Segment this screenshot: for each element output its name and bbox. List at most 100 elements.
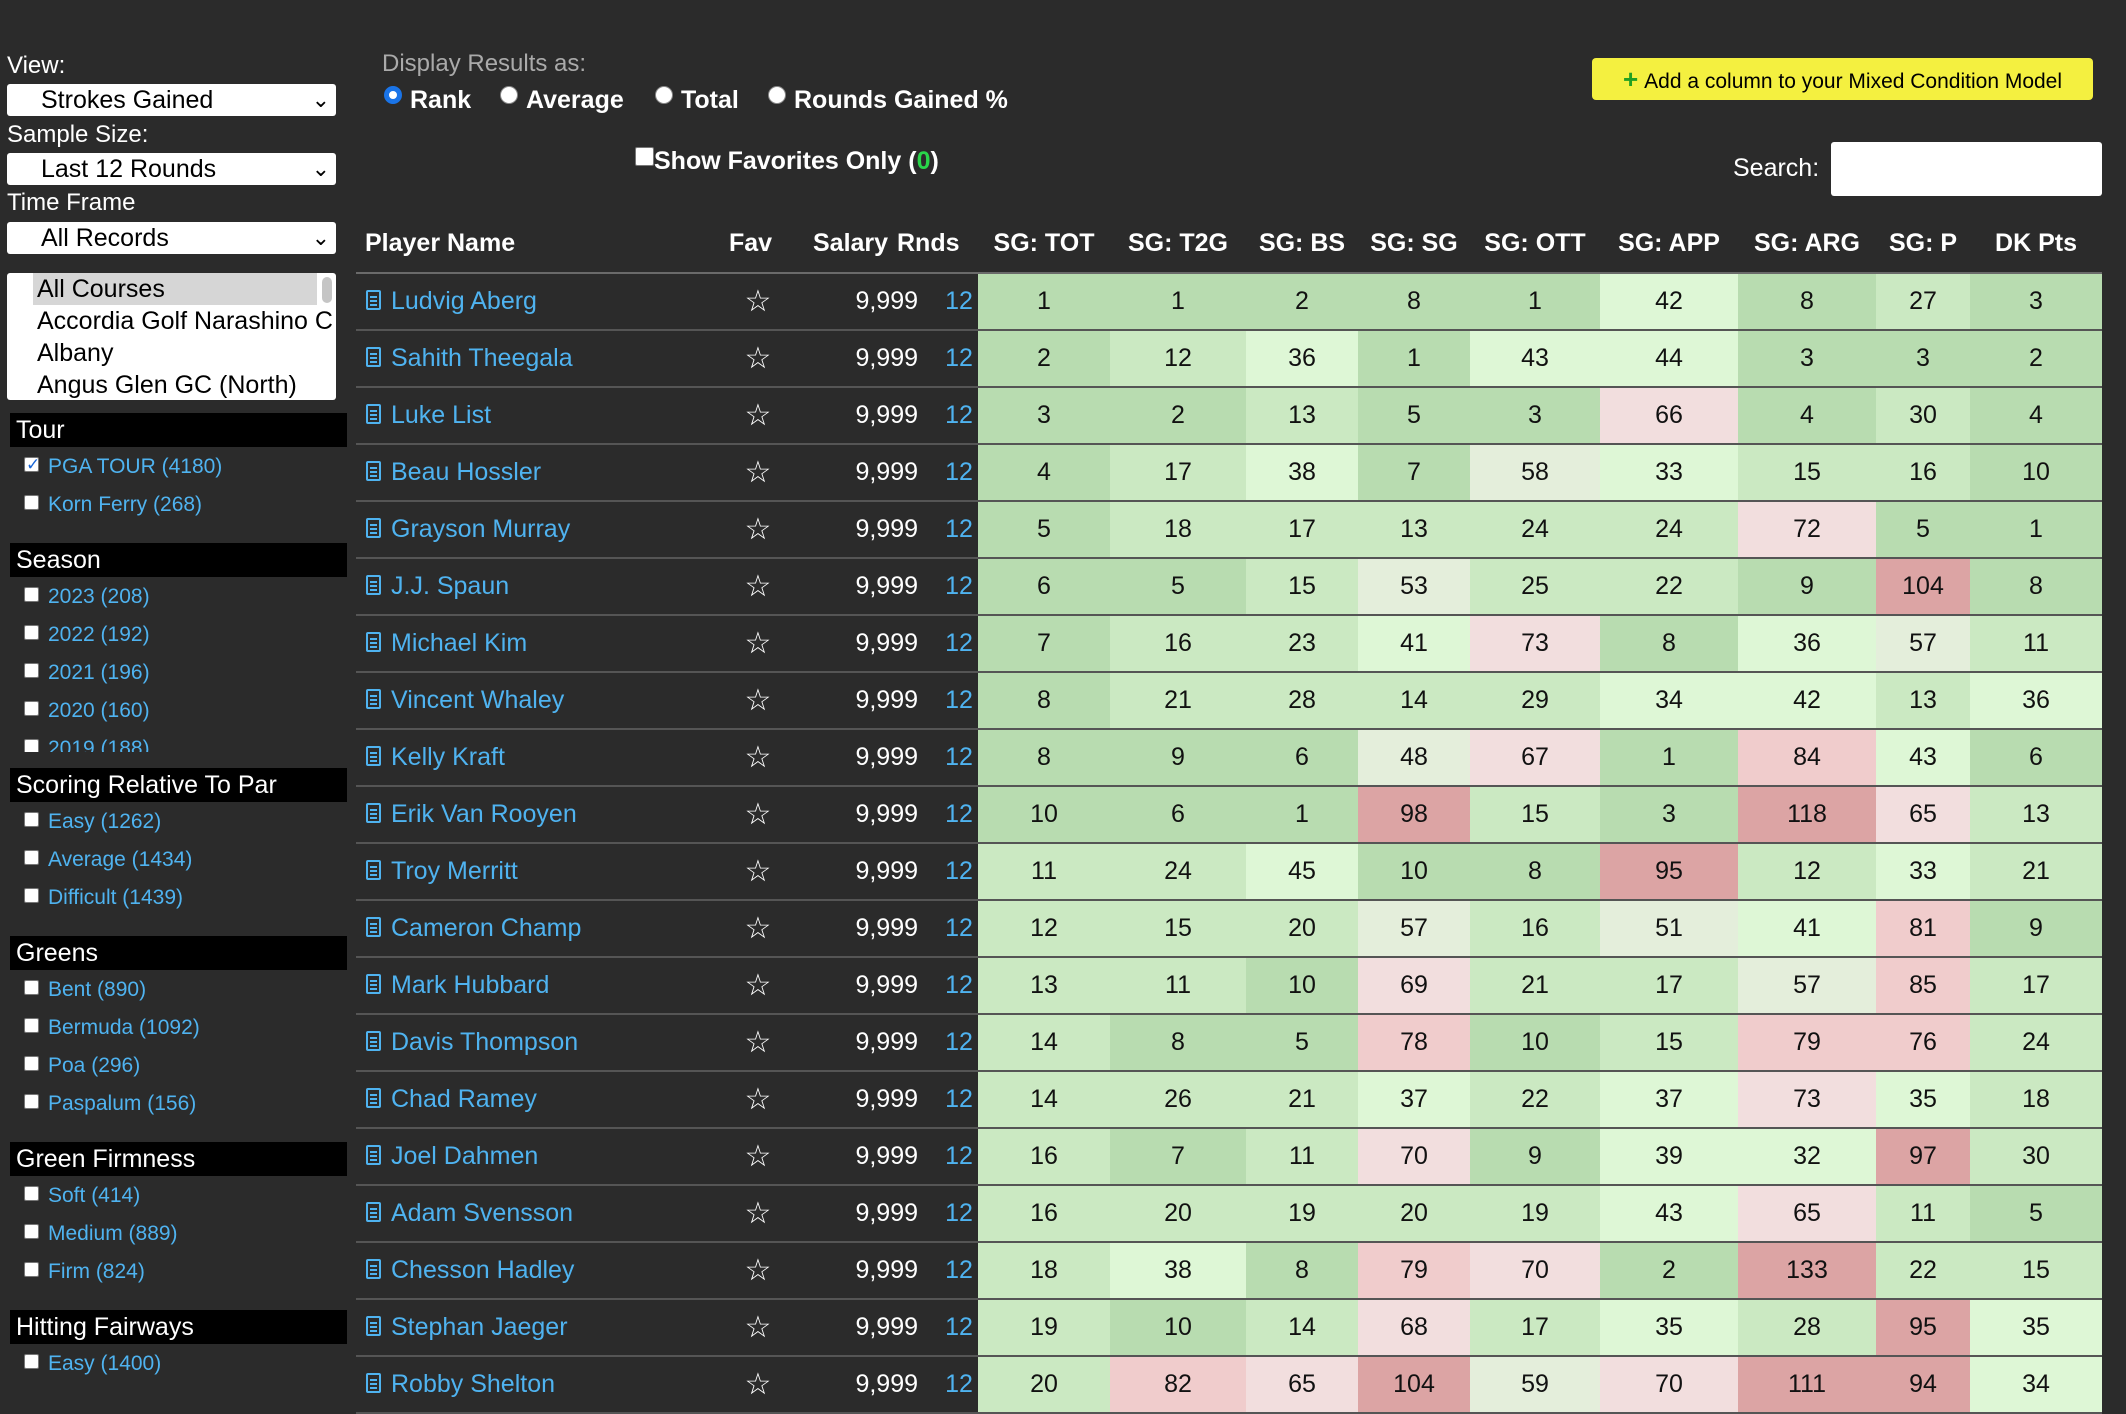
document-icon[interactable] [366, 803, 381, 824]
add-column-button[interactable]: + Add a column to your Mixed Condition Mo… [1592, 58, 2093, 100]
filter-checkbox[interactable] [24, 494, 39, 510]
star-outline-icon[interactable]: ☆ [718, 274, 798, 329]
player-name[interactable]: Chesson Hadley [391, 1256, 574, 1284]
filter-checkbox[interactable] [24, 700, 39, 716]
radio-button[interactable] [500, 86, 518, 105]
star-outline-icon[interactable]: ☆ [718, 673, 798, 728]
star-outline-icon[interactable]: ☆ [718, 1186, 798, 1241]
document-icon[interactable] [366, 974, 381, 995]
filter-option-season[interactable]: 2021 (196) [24, 659, 150, 687]
filter-option-scoring[interactable]: Average (1434) [24, 846, 192, 874]
player-name[interactable]: Troy Merritt [391, 857, 518, 885]
player-name-link[interactable]: J.J. Spaun [356, 559, 718, 614]
filter-option-greens[interactable]: Bent (890) [24, 976, 146, 1004]
star-outline-icon[interactable]: ☆ [718, 1357, 798, 1412]
player-name-link[interactable]: Cameron Champ [356, 901, 718, 956]
listbox-scrollbar[interactable] [322, 277, 332, 303]
filter-checkbox[interactable] [24, 1055, 39, 1071]
player-name[interactable]: Luke List [391, 401, 491, 429]
document-icon[interactable] [366, 461, 381, 482]
filter-checkbox[interactable] [24, 887, 39, 903]
player-name[interactable]: Stephan Jaeger [391, 1313, 568, 1341]
filter-checkbox[interactable] [24, 979, 39, 995]
document-icon[interactable] [366, 1259, 381, 1280]
player-name-link[interactable]: Luke List [356, 388, 718, 443]
document-icon[interactable] [366, 746, 381, 767]
document-icon[interactable] [366, 1088, 381, 1109]
filter-checkbox[interactable] [24, 1353, 39, 1369]
player-name-link[interactable]: Grayson Murray [356, 502, 718, 557]
column-header[interactable]: DK Pts [1970, 228, 2102, 272]
document-icon[interactable] [366, 290, 381, 311]
radio-button[interactable] [655, 86, 673, 105]
player-name-link[interactable]: Sahith Theegala [356, 331, 718, 386]
filter-checkbox[interactable] [24, 1261, 39, 1277]
player-name[interactable]: Ludvig Aberg [391, 287, 537, 315]
document-icon[interactable] [366, 1031, 381, 1052]
star-outline-icon[interactable]: ☆ [718, 901, 798, 956]
course-listbox[interactable]: All Courses Accordia Golf Narashino C Al… [7, 273, 336, 400]
star-outline-icon[interactable]: ☆ [718, 1015, 798, 1070]
player-name[interactable]: J.J. Spaun [391, 572, 509, 600]
favorites-checkbox[interactable] [635, 146, 654, 166]
player-name-link[interactable]: Kelly Kraft [356, 730, 718, 785]
player-name[interactable]: Kelly Kraft [391, 743, 505, 771]
filter-option-season[interactable]: 2019 (188) [24, 735, 150, 752]
filter-checkbox[interactable] [24, 849, 39, 865]
document-icon[interactable] [366, 347, 381, 368]
filter-checkbox[interactable] [24, 662, 39, 678]
column-header[interactable]: SG: SG [1358, 228, 1470, 272]
star-outline-icon[interactable]: ☆ [718, 730, 798, 785]
filter-option-scoring[interactable]: Easy (1262) [24, 808, 161, 836]
player-name-link[interactable]: Ludvig Aberg [356, 274, 718, 329]
document-icon[interactable] [366, 518, 381, 539]
course-option[interactable]: All Courses [33, 273, 317, 305]
player-name-link[interactable]: Beau Hossler [356, 445, 718, 500]
star-outline-icon[interactable]: ☆ [718, 559, 798, 614]
document-icon[interactable] [366, 860, 381, 881]
column-header[interactable]: SG: ARG [1738, 228, 1876, 272]
radio-button[interactable] [384, 86, 402, 105]
player-name-link[interactable]: Mark Hubbard [356, 958, 718, 1013]
filter-option-fairways[interactable]: Easy (1400) [24, 1350, 161, 1378]
view-select[interactable]: Strokes Gained ⌄ [7, 84, 336, 116]
radio-rank[interactable]: Rank [384, 86, 471, 115]
column-header[interactable]: Fav [729, 228, 772, 272]
filter-option-firmness[interactable]: Firm (824) [24, 1258, 145, 1286]
player-name[interactable]: Vincent Whaley [391, 686, 564, 714]
player-name-link[interactable]: Joel Dahmen [356, 1129, 718, 1184]
star-outline-icon[interactable]: ☆ [718, 388, 798, 443]
filter-checkbox[interactable] [24, 586, 39, 602]
column-header[interactable]: Salary [813, 228, 888, 272]
document-icon[interactable] [366, 689, 381, 710]
star-outline-icon[interactable]: ☆ [718, 787, 798, 842]
player-name[interactable]: Adam Svensson [391, 1199, 573, 1227]
filter-option-firmness[interactable]: Soft (414) [24, 1182, 140, 1210]
time-frame-select[interactable]: All Records ⌄ [7, 222, 336, 254]
column-header[interactable]: SG: APP [1600, 228, 1738, 272]
column-header[interactable]: SG: P [1876, 228, 1970, 272]
document-icon[interactable] [366, 1202, 381, 1223]
star-outline-icon[interactable]: ☆ [718, 1300, 798, 1355]
document-icon[interactable] [366, 575, 381, 596]
document-icon[interactable] [366, 404, 381, 425]
star-outline-icon[interactable]: ☆ [718, 1129, 798, 1184]
column-header[interactable]: Rnds [897, 228, 960, 272]
filter-option-greens[interactable]: Bermuda (1092) [24, 1014, 200, 1042]
star-outline-icon[interactable]: ☆ [718, 445, 798, 500]
filter-option-season[interactable]: 2020 (160) [24, 697, 150, 725]
filter-checkbox[interactable] [24, 624, 39, 640]
search-input[interactable] [1831, 142, 2102, 196]
player-name-link[interactable]: Chad Ramey [356, 1072, 718, 1127]
radio-rounds-gained[interactable]: Rounds Gained % [768, 86, 1008, 115]
player-name[interactable]: Robby Shelton [391, 1370, 555, 1398]
radio-total[interactable]: Total [655, 86, 739, 115]
player-name-link[interactable]: Stephan Jaeger [356, 1300, 718, 1355]
player-name-link[interactable]: Erik Van Rooyen [356, 787, 718, 842]
document-icon[interactable] [366, 917, 381, 938]
column-header[interactable]: SG: BS [1246, 228, 1358, 272]
player-name[interactable]: Davis Thompson [391, 1028, 578, 1056]
player-name[interactable]: Michael Kim [391, 629, 527, 657]
document-icon[interactable] [366, 1316, 381, 1337]
filter-option-season[interactable]: 2023 (208) [24, 583, 150, 611]
